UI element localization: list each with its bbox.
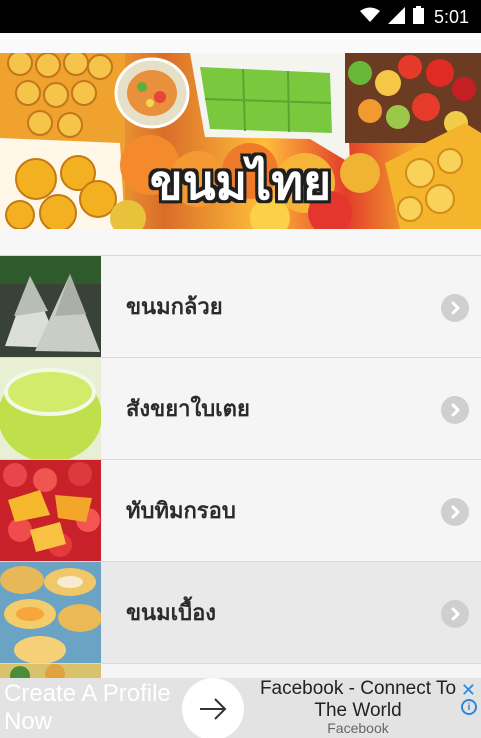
arrow-right-icon[interactable]	[182, 678, 244, 738]
ad-banner[interactable]: Create A Profile Now Facebook - Connect …	[0, 678, 481, 738]
battery-icon	[412, 6, 424, 28]
menu-item-label: ทับทิมกรอบ	[126, 499, 236, 524]
ad-left-text[interactable]: Create A Profile Now	[4, 680, 194, 736]
wifi-icon	[359, 7, 380, 27]
menu-item-tub-tim-grob[interactable]: ทับทิมกรอบ	[0, 459, 481, 561]
close-icon[interactable]: ✕	[461, 680, 476, 701]
status-bar: 5:01	[0, 0, 481, 33]
thumbnail-image	[0, 460, 101, 561]
ad-source: Facebook	[327, 720, 389, 736]
menu-item-kanom-bueang[interactable]: ขนมเบื้อง	[0, 561, 481, 663]
info-icon[interactable]: i	[461, 699, 477, 715]
chevron-right-icon	[441, 600, 469, 628]
menu-item-label: ขนมเบื้อง	[126, 601, 217, 626]
thumbnail-image	[0, 256, 101, 357]
dessert-menu-list: ขนมกล้วย สังขยาใบเตย ทับทิมกรอบ ขนมเบื้อ…	[0, 255, 481, 738]
chevron-right-icon	[441, 396, 469, 424]
chevron-right-icon	[441, 498, 469, 526]
menu-item-label: ขนมกล้วย	[126, 295, 223, 320]
menu-item-label: สังขยาใบเตย	[126, 397, 250, 422]
menu-item-sangkaya-bai-toey[interactable]: สังขยาใบเตย	[0, 357, 481, 459]
status-time: 5:01	[433, 6, 469, 27]
menu-item-kanom-kluay[interactable]: ขนมกล้วย	[0, 255, 481, 357]
banner-spacer	[0, 229, 481, 255]
ad-headline[interactable]: Facebook - Connect To The World	[253, 678, 463, 722]
app-title: ขนมไทย	[149, 155, 332, 211]
header-banner: ขนมไทย	[0, 53, 481, 229]
signal-icon	[387, 6, 405, 28]
status-icons: 5:01	[359, 6, 469, 28]
thumbnail-image	[0, 562, 101, 663]
chevron-right-icon	[441, 294, 469, 322]
top-spacer	[0, 33, 481, 53]
thumbnail-image	[0, 358, 101, 459]
